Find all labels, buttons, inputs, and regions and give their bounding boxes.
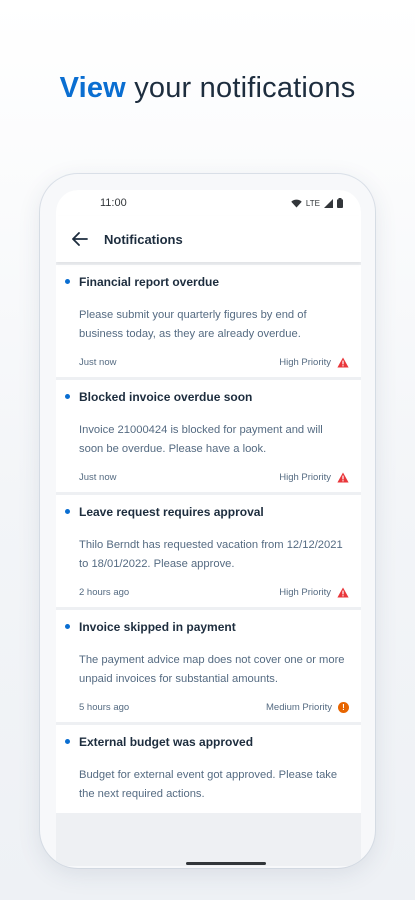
notification-title: Invoice skipped in payment [79,620,236,634]
wifi-icon [291,199,302,208]
unread-dot [65,624,70,629]
notification-meta: 2 hours ago High Priority [79,587,349,598]
notification-card[interactable]: Financial report overdue Please submit y… [56,265,361,377]
signal-icon [324,198,333,208]
unread-dot [65,509,70,514]
notification-card[interactable]: Blocked invoice overdue soon Invoice 210… [56,380,361,492]
notification-time: 2 hours ago [79,587,130,598]
notification-body: Budget for external event got approved. … [79,769,338,800]
priority-label: High Priority [279,587,331,598]
priority-label: High Priority [279,357,331,368]
unread-dot [65,279,70,284]
priority-indicator: High Priority [279,357,349,368]
app-bar: Notifications [56,216,361,262]
notification-list: Financial report overdue Please submit y… [56,262,361,813]
notification-body: Please submit your quarterly figures by … [79,309,307,340]
headline-rest: your notifications [125,72,356,104]
notification-card[interactable]: External budget was approved Budget for … [56,725,361,813]
notification-time: 5 hours ago [79,702,130,713]
warning-triangle-icon [337,587,349,598]
unread-dot [65,739,70,744]
status-time: 11:00 [100,197,127,209]
back-button[interactable] [68,227,92,251]
status-bar: 11:00 LTE [56,190,361,216]
promo-headline: View your notifications [0,72,415,105]
notification-meta: 5 hours ago Medium Priority ! [79,702,349,713]
notification-title: Financial report overdue [79,275,220,289]
priority-label: Medium Priority [266,702,332,713]
priority-indicator: High Priority [279,472,349,483]
notification-meta: Just now High Priority [79,357,349,368]
arrow-left-icon [72,232,88,246]
priority-label: High Priority [279,472,331,483]
battery-icon [337,198,343,208]
warning-triangle-icon [337,357,349,368]
exclamation-circle-icon: ! [338,702,349,713]
notification-body: The payment advice map does not cover on… [79,654,345,685]
warning-triangle-icon [337,472,349,483]
priority-indicator: Medium Priority ! [266,702,349,713]
phone-frame: 11:00 LTE Notifications Financial report… [40,174,375,868]
phone-screen: 11:00 LTE Notifications Financial report… [56,190,361,866]
notification-time: Just now [79,472,117,483]
home-indicator [186,862,266,865]
notification-card[interactable]: Leave request requires approval Thilo Be… [56,495,361,607]
notification-time: Just now [79,357,117,368]
status-icons: LTE [291,198,343,208]
notification-meta: Just now High Priority [79,472,349,483]
priority-indicator: High Priority [279,587,349,598]
notification-title: Blocked invoice overdue soon [79,390,253,404]
notification-title: External budget was approved [79,735,254,749]
notification-body: Thilo Berndt has requested vacation from… [79,539,343,570]
notification-title: Leave request requires approval [79,505,264,519]
headline-accent: View [59,72,126,104]
network-type: LTE [305,198,320,208]
page-title: Notifications [104,231,183,247]
notification-body: Invoice 21000424 is blocked for payment … [79,424,323,455]
notification-card[interactable]: Invoice skipped in payment The payment a… [56,610,361,722]
unread-dot [65,394,70,399]
